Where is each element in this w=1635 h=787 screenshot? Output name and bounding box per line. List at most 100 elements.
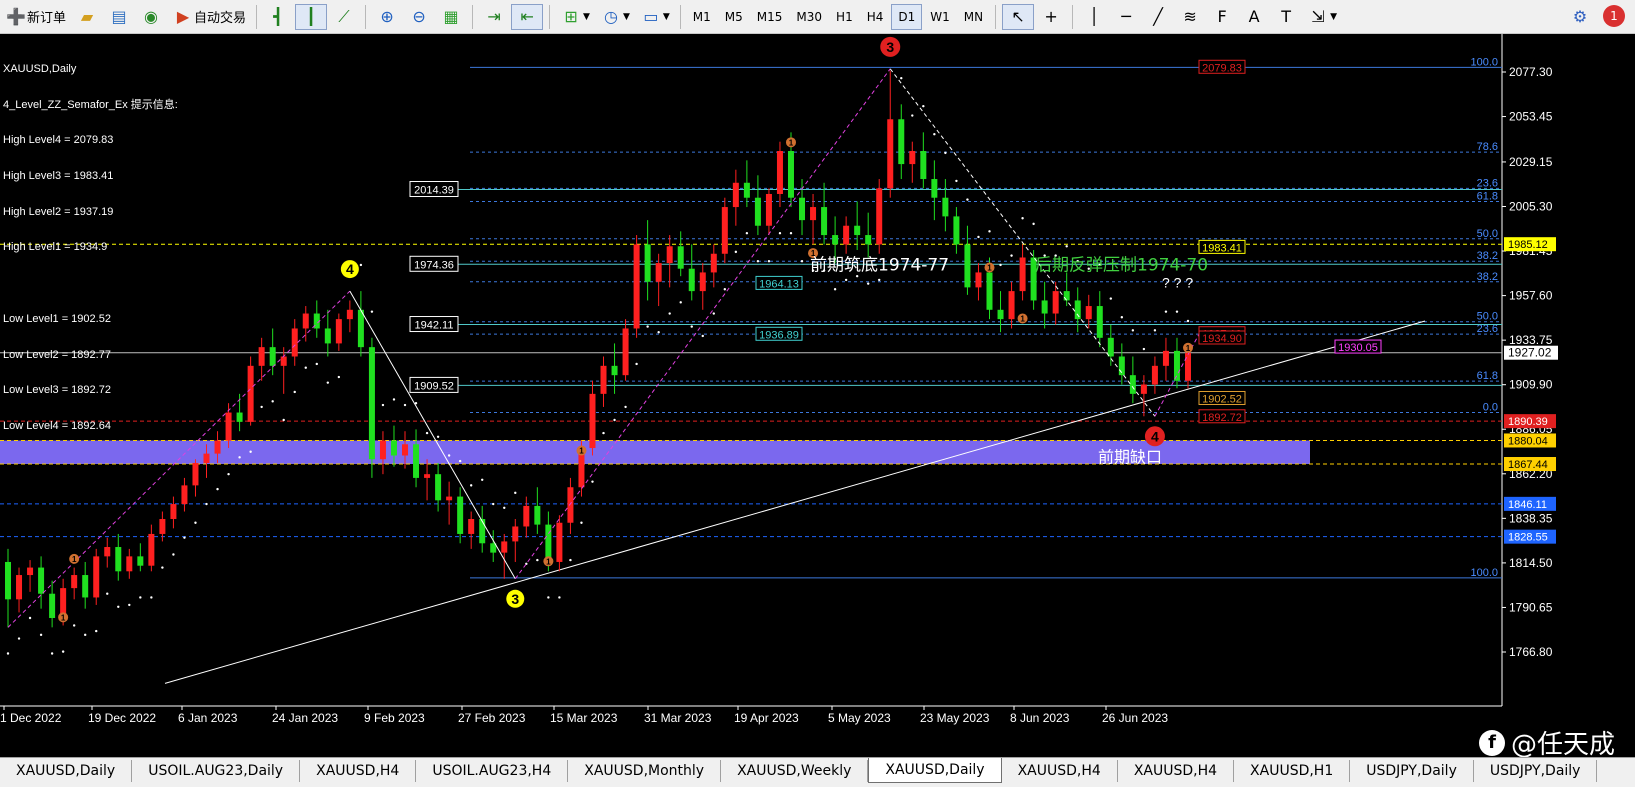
- y-tick-label: 2029.15: [1509, 155, 1553, 169]
- fib-level-label: 100.0: [1470, 56, 1498, 68]
- x-tick-label: 27 Feb 2023: [458, 711, 526, 725]
- cursor-button[interactable]: ↖: [1002, 3, 1035, 30]
- label-button[interactable]: T: [1271, 4, 1301, 30]
- tab-usdjpy-daily[interactable]: USDJPY,Daily: [1474, 760, 1598, 782]
- sar-dot: [172, 553, 175, 556]
- arrows-button[interactable]: ⇲ ▼: [1303, 4, 1341, 30]
- sar-dot: [767, 260, 771, 263]
- sar-dot: [95, 629, 98, 633]
- hline-label: 1974.36: [414, 259, 454, 271]
- sar-dot: [988, 230, 991, 233]
- fibo-fan-button[interactable]: F: [1207, 4, 1237, 30]
- zoom-in-button[interactable]: ⊕: [372, 4, 402, 30]
- bar-chart-button[interactable]: ┫: [263, 4, 293, 30]
- hline-label: 1942.11: [415, 320, 454, 332]
- level-label: 1902.52: [1202, 393, 1242, 405]
- y-tick-label: 1909.90: [1509, 378, 1553, 392]
- notification-icon[interactable]: 1: [1603, 5, 1625, 27]
- timeframe-h1[interactable]: H1: [830, 4, 859, 30]
- timeframe-mn[interactable]: MN: [958, 4, 989, 30]
- signal-button[interactable]: ◉: [136, 4, 166, 30]
- auto-trade-label: 自动交易: [194, 11, 247, 26]
- tab-xauusd-daily[interactable]: XAUUSD,Daily: [868, 758, 1002, 783]
- vline-icon: │: [1089, 7, 1099, 26]
- line-chart-button[interactable]: ⟋: [329, 4, 359, 30]
- timeframe-m5[interactable]: M5: [719, 4, 749, 30]
- sar-dot: [944, 151, 947, 155]
- fibo-button[interactable]: ≋: [1175, 4, 1205, 30]
- help-icon[interactable]: ⚙: [1569, 6, 1591, 28]
- auto-trade-button[interactable]: ▶ 自动交易: [168, 4, 250, 30]
- price-chart[interactable]: 100.0 78.6 23.6 61.8 50.0 38.2 38.2 50.0 23.6 61.…: [0, 34, 1635, 760]
- dropdown-arrow-icon: ▼: [662, 11, 670, 22]
- vline-button[interactable]: │: [1079, 4, 1109, 30]
- new-order-button[interactable]: ➕ 新订单: [1, 4, 70, 30]
- sar-dot: [6, 652, 10, 655]
- sar-dot: [723, 288, 727, 291]
- timeframe-m15[interactable]: M15: [751, 4, 789, 30]
- fib-level-label: 50.0: [1477, 311, 1498, 323]
- sar-dot: [789, 232, 793, 235]
- tab-xauusd-h1[interactable]: XAUUSD,H1: [1234, 760, 1351, 782]
- navigator-button[interactable]: ▤: [104, 4, 134, 30]
- chart-title: XAUUSD,Daily: [3, 62, 77, 75]
- x-tick-label: 24 Jan 2023: [272, 711, 338, 725]
- x-tick-label: 6 Jan 2023: [178, 711, 238, 725]
- high-level-2: High Level2 = 1937.19: [3, 205, 114, 218]
- tab-xauusd-monthly[interactable]: XAUUSD,Monthly: [568, 760, 722, 782]
- timeframe-h4[interactable]: H4: [861, 4, 890, 30]
- sar-dot: [249, 450, 252, 453]
- text-icon: A: [1248, 7, 1260, 26]
- templates-button[interactable]: ▭ ▼: [636, 4, 674, 30]
- candle-body: [1129, 375, 1136, 394]
- semafor-small-label: 1: [1020, 314, 1025, 323]
- sar-dot: [28, 616, 32, 620]
- crosshair-button[interactable]: +: [1036, 4, 1066, 30]
- new-order-label: 新订单: [27, 11, 67, 26]
- tab-xauusd-weekly[interactable]: XAUUSD,Weekly: [721, 760, 869, 782]
- tab-xauusd-h4[interactable]: XAUUSD,H4: [1002, 760, 1118, 782]
- low-level-3: Low Level3 = 1892.72: [3, 384, 111, 397]
- x-tick-label: 8 Jun 2023: [1010, 711, 1070, 725]
- periods-button[interactable]: ◷ ▼: [596, 4, 634, 30]
- sar-dot: [536, 558, 539, 562]
- fib-level-label: 100.0: [1470, 567, 1498, 579]
- zoom-out-button[interactable]: ⊖: [404, 4, 434, 30]
- candle-body: [104, 547, 111, 557]
- text-button[interactable]: A: [1239, 4, 1269, 30]
- y-tick-label: 2005.30: [1509, 199, 1553, 213]
- level-label: 2079.83: [1202, 62, 1242, 74]
- sar-dot: [690, 325, 693, 328]
- annotation-gap: 前期缺口: [1098, 447, 1162, 466]
- tab-xauusd-h4[interactable]: XAUUSD,H4: [1118, 760, 1235, 782]
- candle-body: [699, 272, 706, 292]
- tab-xauusd-h4[interactable]: XAUUSD,H4: [300, 760, 417, 782]
- trendline-button[interactable]: ╱: [1143, 4, 1173, 30]
- hline-button[interactable]: ─: [1111, 4, 1141, 30]
- candle-body: [236, 412, 243, 422]
- tab-usoil-aug23-daily[interactable]: USOIL.AUG23,Daily: [132, 760, 301, 782]
- timeframe-w1[interactable]: W1: [924, 4, 956, 30]
- sar-dot: [1175, 310, 1179, 313]
- sar-dot: [911, 114, 914, 117]
- tab-usoil-aug23-h4[interactable]: USOIL.AUG23,H4: [416, 760, 569, 782]
- sar-dot: [106, 592, 109, 595]
- candle-body: [655, 263, 662, 282]
- timeframe-d1[interactable]: D1: [891, 3, 923, 30]
- tab-xauusd-daily[interactable]: XAUUSD,Daily: [0, 760, 133, 782]
- candle-body: [688, 268, 695, 292]
- candles-button[interactable]: ┃: [295, 3, 328, 30]
- sar-dot: [260, 405, 263, 409]
- support-trendline: [164, 320, 1426, 684]
- gold-bars-button[interactable]: ▰: [72, 4, 102, 30]
- autoscroll-button[interactable]: ⇤: [511, 3, 544, 30]
- tile-button[interactable]: ▦: [436, 4, 466, 30]
- tab-usdjpy-daily[interactable]: USDJPY,Daily: [1350, 760, 1474, 782]
- timeframe-m1[interactable]: M1: [687, 4, 717, 30]
- scroll-button[interactable]: ⇥: [479, 4, 509, 30]
- candle-body: [82, 575, 89, 598]
- timeframe-m30[interactable]: M30: [790, 4, 828, 30]
- candle-body: [666, 246, 673, 264]
- indicators-button[interactable]: ⊞ ▼: [556, 4, 594, 30]
- sar-dot: [139, 596, 142, 599]
